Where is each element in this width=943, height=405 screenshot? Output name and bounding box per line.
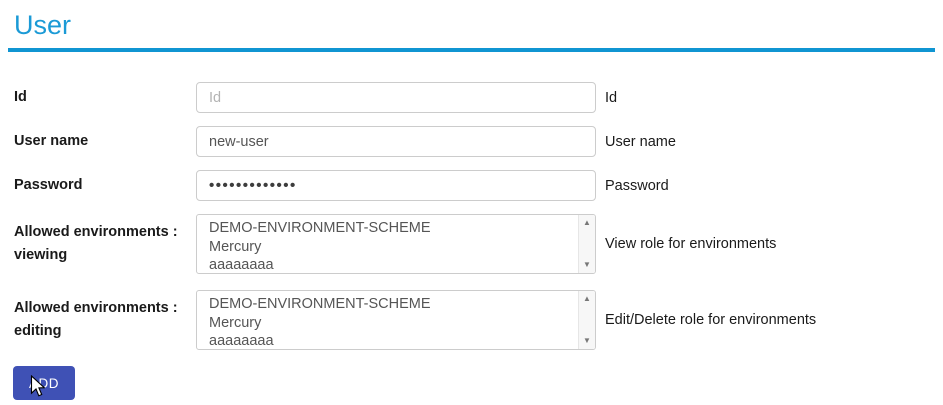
env-editing-helper-text: Edit/Delete role for environments — [605, 312, 816, 328]
form-row-id: Id Id — [14, 82, 935, 113]
title-underline — [8, 48, 935, 52]
scroll-up-icon[interactable]: ▲ — [583, 295, 591, 303]
username-label: User name — [14, 130, 196, 153]
form-row-username: User name User name — [14, 126, 935, 157]
form-row-env-editing: Allowed environments : editing DEMO-ENVI… — [14, 290, 935, 350]
listbox-option[interactable]: DEMO-ENVIRONMENT-SCHEME — [209, 219, 578, 238]
password-input[interactable] — [196, 170, 596, 201]
listbox-scrollbar[interactable]: ▲ ▼ — [578, 215, 595, 273]
viewing-environments-options: DEMO-ENVIRONMENT-SCHEMEMercuryaaaaaaaa — [197, 215, 578, 273]
scroll-up-icon[interactable]: ▲ — [583, 219, 591, 227]
id-label: Id — [14, 86, 196, 109]
listbox-option[interactable]: aaaaaaaa — [209, 332, 578, 349]
username-helper-text: User name — [605, 134, 676, 150]
form-row-env-viewing: Allowed environments : viewing DEMO-ENVI… — [14, 214, 935, 274]
listbox-option[interactable]: aaaaaaaa — [209, 256, 578, 273]
id-input[interactable] — [196, 82, 596, 113]
env-viewing-label: Allowed environments : viewing — [14, 221, 196, 267]
editing-environments-listbox[interactable]: DEMO-ENVIRONMENT-SCHEMEMercuryaaaaaaaa ▲… — [196, 290, 596, 350]
page-title: User — [14, 10, 935, 41]
listbox-option[interactable]: Mercury — [209, 238, 578, 257]
password-label: Password — [14, 174, 196, 197]
viewing-environments-listbox[interactable]: DEMO-ENVIRONMENT-SCHEMEMercuryaaaaaaaa ▲… — [196, 214, 596, 274]
listbox-scrollbar[interactable]: ▲ ▼ — [578, 291, 595, 349]
username-input[interactable] — [196, 126, 596, 157]
listbox-option[interactable]: Mercury — [209, 314, 578, 333]
env-viewing-helper-text: View role for environments — [605, 236, 776, 252]
scroll-down-icon[interactable]: ▼ — [583, 261, 591, 269]
scroll-down-icon[interactable]: ▼ — [583, 337, 591, 345]
password-helper-text: Password — [605, 178, 669, 194]
user-form: Id Id User name User name Password Passw… — [14, 82, 935, 400]
id-helper-text: Id — [605, 90, 617, 106]
add-button[interactable]: ADD — [13, 366, 75, 400]
user-form-page: User Id Id User name User name Password … — [0, 0, 943, 400]
listbox-option[interactable]: DEMO-ENVIRONMENT-SCHEME — [209, 295, 578, 314]
form-row-password: Password Password — [14, 170, 935, 201]
env-editing-label: Allowed environments : editing — [14, 297, 196, 343]
editing-environments-options: DEMO-ENVIRONMENT-SCHEMEMercuryaaaaaaaa — [197, 291, 578, 349]
